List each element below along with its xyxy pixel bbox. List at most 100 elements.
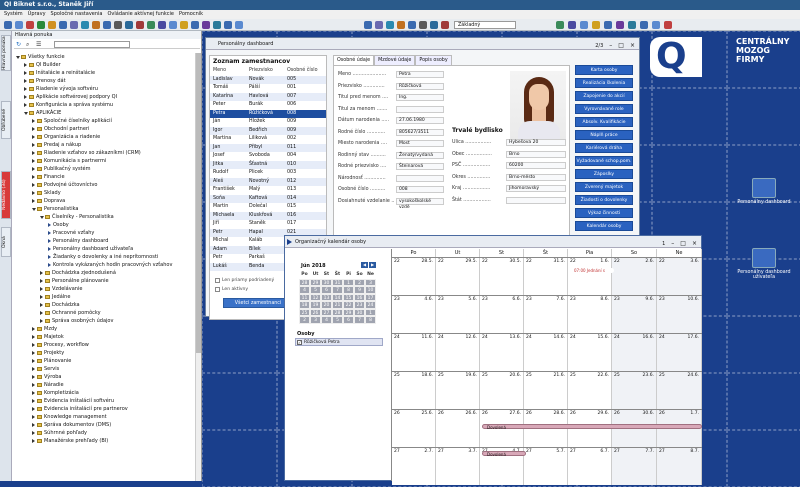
calendar-day[interactable]: 25 24.6. <box>657 372 702 409</box>
mini-calendar-day[interactable]: 17 <box>365 293 376 301</box>
tab[interactable]: Popis osoby <box>415 55 452 65</box>
prev-month-button[interactable]: ◀ <box>361 262 368 268</box>
tree-item[interactable]: Doprava <box>12 197 202 205</box>
tree-item[interactable]: Správa osobných údajov <box>12 317 202 325</box>
tree-item[interactable]: Súhrnné pohľady <box>12 429 202 437</box>
table-row[interactable]: Igor Bedřich 009 <box>210 126 326 135</box>
mini-calendar-day[interactable]: 30 <box>321 278 332 286</box>
calendar-day[interactable]: 23 8.6. <box>568 296 612 333</box>
menu-item[interactable]: Ovládanie aktívnej funkcie <box>108 10 175 19</box>
chevron-right-icon[interactable] <box>24 70 27 75</box>
chevron-right-icon[interactable] <box>40 270 43 275</box>
chevron-down-icon[interactable] <box>40 216 44 219</box>
menu-item[interactable]: Spoločné nastavenia <box>51 10 103 19</box>
calendar-day[interactable]: 25 23.6. <box>612 372 657 409</box>
chevron-right-icon[interactable] <box>32 406 35 411</box>
tree-item[interactable]: Dochádzka zjednodušená <box>12 269 202 277</box>
calendar-day[interactable]: 24 14.6. <box>524 334 568 371</box>
mini-calendar-day[interactable]: 2 <box>354 278 365 286</box>
field-value[interactable]: 805627/3511 <box>396 128 444 136</box>
tree-item[interactable]: Sklady <box>12 189 202 197</box>
mini-calendar-day[interactable]: 28 <box>332 308 343 316</box>
tree-item[interactable]: Manažérske prehľady (BI) <box>12 437 202 445</box>
calendar-day[interactable]: 22 29.5. <box>436 258 480 295</box>
column-header[interactable]: Osobné číslo <box>284 67 318 76</box>
toolbar-button-icon[interactable] <box>235 21 243 29</box>
mini-calendar-day[interactable]: 22 <box>343 301 354 309</box>
calendar-day[interactable]: 24 17.6. <box>657 334 702 371</box>
mini-calendar-day[interactable]: 30 <box>354 308 365 316</box>
field-value[interactable]: 27.06.1980 <box>396 117 444 124</box>
chevron-right-icon[interactable] <box>32 374 35 379</box>
tree-item[interactable]: Riadenie vývoja softvéru <box>12 85 202 93</box>
direct-subordinate-checkbox[interactable]: Len priamy podriadený <box>215 278 274 283</box>
field-value[interactable]: Ing. <box>396 94 444 101</box>
desktop-icon-user-dashboard[interactable]: Personálny dashboard užívateľa <box>734 248 794 280</box>
mini-calendar-day[interactable]: 16 <box>354 293 365 301</box>
mini-calendar-day[interactable]: 10 <box>365 286 376 294</box>
toolbar-button-icon[interactable] <box>81 21 89 29</box>
toolbar-button-icon[interactable] <box>180 21 188 29</box>
calendar-day[interactable]: 25 18.6. <box>392 372 436 409</box>
table-row[interactable]: Peter Burák 006 <box>210 101 326 110</box>
toolbar-button-icon[interactable] <box>397 21 405 29</box>
mini-calendar-day[interactable]: 3 <box>310 316 321 324</box>
mini-calendar-day[interactable]: 3 <box>365 278 376 286</box>
calendar-day[interactable]: 26 26.6. <box>436 410 480 447</box>
side-tab[interactable]: Okná <box>1 227 11 257</box>
toolbar-button-icon[interactable] <box>191 21 199 29</box>
mini-calendar-day[interactable]: 7 <box>354 316 365 324</box>
calendar-day[interactable]: 23 6.6. <box>480 296 524 333</box>
address-value[interactable]: 60200 <box>506 162 566 169</box>
mini-calendar-day[interactable]: 9 <box>354 286 365 294</box>
calendar-day[interactable]: 22 31.5. <box>524 258 568 295</box>
calendar-day[interactable]: 27 2.7. <box>392 448 436 485</box>
profile-select[interactable]: Základný <box>454 21 516 29</box>
chevron-right-icon[interactable] <box>40 294 43 299</box>
chevron-right-icon[interactable] <box>40 318 43 323</box>
chevron-right-icon[interactable] <box>24 78 27 83</box>
toolbar-button-icon[interactable] <box>136 21 144 29</box>
toolbar-button-icon[interactable] <box>202 21 210 29</box>
tree-item[interactable]: Komunikácia s partnermi <box>12 157 202 165</box>
chevron-right-icon[interactable] <box>32 366 35 371</box>
tree-item[interactable]: Financie <box>12 173 202 181</box>
calendar-event-training[interactable]: 07:00 Jednání s <box>570 268 614 273</box>
calendar-day[interactable]: 24 13.6. <box>480 334 524 371</box>
table-row[interactable]: Michaela Kluskřová 016 <box>210 211 326 220</box>
tree-item[interactable]: APLIKÁCIE <box>12 109 202 117</box>
tree-item[interactable]: Konfigurácia a správa systému <box>12 101 202 109</box>
nav-scroll-thumb[interactable] <box>195 53 201 353</box>
mini-calendar-day[interactable]: 11 <box>299 293 310 301</box>
address-value[interactable]: Hybešova 20 <box>506 139 566 146</box>
chevron-right-icon[interactable] <box>32 118 35 123</box>
calendar-day[interactable]: 24 15.6. <box>568 334 612 371</box>
mini-calendar-day[interactable]: 31 <box>332 278 343 286</box>
calendar-day[interactable]: 22 1.6. <box>568 258 612 295</box>
tree-item[interactable]: Personalistika <box>12 205 202 213</box>
chevron-right-icon[interactable] <box>32 390 35 395</box>
chevron-right-icon[interactable] <box>24 86 27 91</box>
calendar-day[interactable]: 27 7.7. <box>612 448 657 485</box>
calendar-day[interactable]: 23 5.6. <box>436 296 480 333</box>
mini-calendar-day[interactable]: 25 <box>299 308 310 316</box>
tab[interactable]: Osobné údaje <box>333 55 375 65</box>
chevron-right-icon[interactable] <box>32 142 35 147</box>
toolbar-button-icon[interactable] <box>147 21 155 29</box>
chevron-right-icon[interactable] <box>40 302 43 307</box>
person-checkbox[interactable]: ✓ <box>297 340 302 345</box>
toolbar-button-icon[interactable] <box>556 21 564 29</box>
action-button[interactable]: Kariérová dráha <box>575 143 633 153</box>
action-button[interactable]: Realizácia školenia <box>575 78 633 88</box>
calendar-day[interactable]: 24 12.6. <box>436 334 480 371</box>
tree-item[interactable]: Personálny dashboard <box>12 237 202 245</box>
action-button[interactable]: Vyžadované schop.pom. <box>575 156 633 166</box>
tree-item[interactable]: Mzdy <box>12 325 202 333</box>
tree-item[interactable]: Pracovné vzťahy <box>12 229 202 237</box>
tab[interactable]: Mzdové údaje <box>374 55 416 65</box>
toolbar-button-icon[interactable] <box>628 21 636 29</box>
calendar-title-bar[interactable]: Organizačný kalendár osoby 1 – □ × <box>285 236 701 248</box>
calendar-day[interactable]: 24 16.6. <box>612 334 657 371</box>
mini-calendar-day[interactable]: 29 <box>343 308 354 316</box>
table-row[interactable]: Petra Růžičková 008 <box>210 109 326 118</box>
